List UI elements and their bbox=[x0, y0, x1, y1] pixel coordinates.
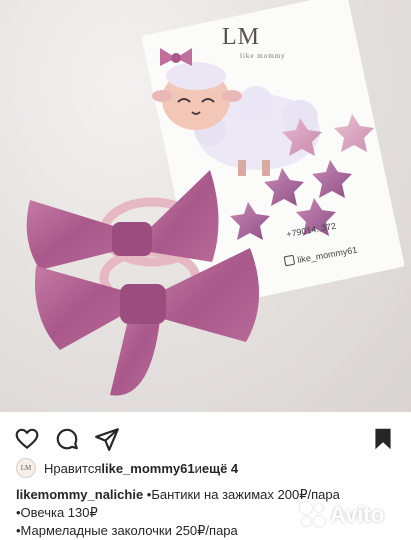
comment-icon[interactable] bbox=[54, 426, 80, 452]
heart-icon[interactable] bbox=[14, 426, 40, 452]
post-action-bar bbox=[0, 420, 411, 456]
likes-middle: и bbox=[194, 460, 202, 476]
avatar[interactable]: LM bbox=[16, 458, 36, 478]
post-photo[interactable]: LM like mommy +79014..372 like_mommy61 bbox=[0, 0, 411, 412]
card-logo: LM bbox=[222, 24, 260, 50]
bookmark-icon[interactable] bbox=[370, 426, 396, 452]
caption-username[interactable]: likemommy_nalichie bbox=[16, 487, 143, 502]
product-photo-art bbox=[26, 0, 405, 396]
avito-watermark-text: Avito bbox=[330, 502, 385, 527]
likes-more[interactable]: ещё 4 bbox=[202, 461, 238, 476]
likes-prefix: Нравится bbox=[44, 460, 102, 476]
card-subtitle: like mommy bbox=[240, 52, 286, 60]
liked-by-user[interactable]: like_mommy61 bbox=[101, 461, 194, 476]
avito-watermark: Avito bbox=[300, 500, 384, 530]
instagram-icon bbox=[283, 254, 296, 267]
likes-row[interactable]: LM Нравится like_mommy61 и ещё 4 bbox=[16, 456, 238, 480]
paper-plane-icon[interactable] bbox=[94, 426, 120, 452]
avito-logo-icon bbox=[300, 502, 326, 528]
